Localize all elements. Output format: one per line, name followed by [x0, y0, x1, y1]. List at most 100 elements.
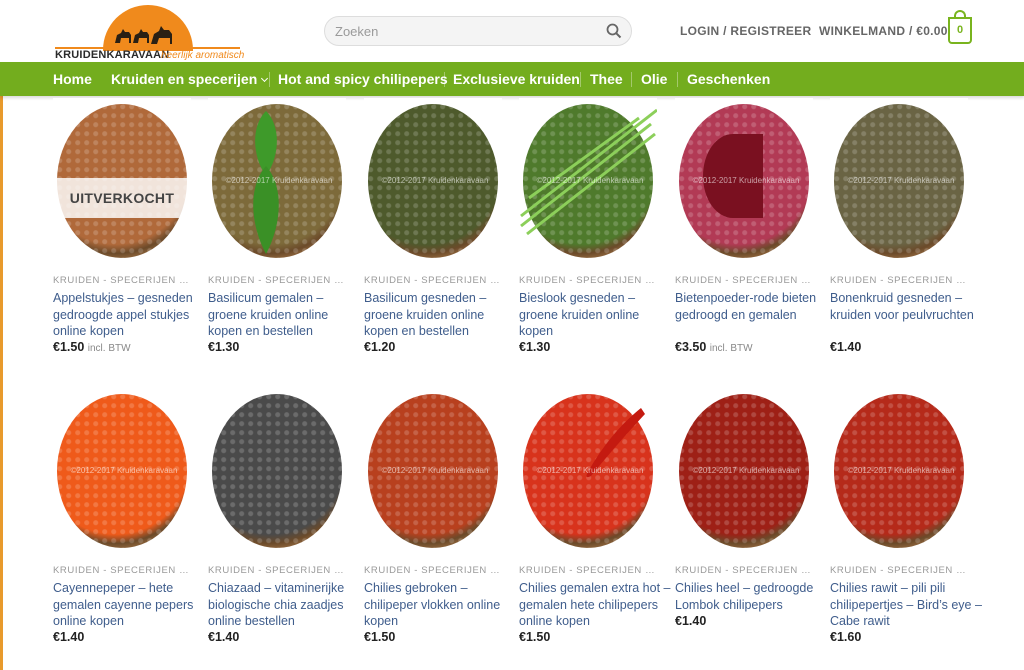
product-category[interactable]: KRUIDEN - SPECERIJEN ON...	[830, 275, 970, 286]
nav-divider	[580, 72, 581, 87]
site-header: KRUIDENKARAVAAN heerlijk aromatisch LOGI…	[0, 0, 1024, 62]
cart-count-badge[interactable]: 0	[948, 17, 972, 44]
product-image[interactable]: UITVERKOCHT	[53, 98, 191, 264]
product-title[interactable]: Basilicum gemalen – groene kruiden onlin…	[208, 290, 360, 340]
product-image[interactable]: ©2012-2017 Kruidenkaravaan	[519, 388, 657, 554]
search-box	[324, 16, 632, 46]
product-title[interactable]: Bonenkruid gesneden – kruiden voor peulv…	[830, 290, 982, 323]
image-watermark: ©2012-2017 Kruidenkaravaan	[381, 176, 489, 185]
nav-item-geschenken[interactable]: Geschenken	[687, 71, 770, 87]
product-price: €1.20	[364, 340, 395, 354]
product-image[interactable]: ©2012-2017 Kruidenkaravaan	[830, 388, 968, 554]
product-image[interactable]: ©2012-2017 Kruidenkaravaan	[364, 98, 502, 264]
product-category[interactable]: KRUIDEN - SPECERIJEN ON...	[519, 565, 659, 576]
product-category[interactable]: KRUIDEN - SPECERIJEN ON...	[208, 275, 348, 286]
product-price: €1.50	[519, 630, 550, 644]
product-image[interactable]: ©2012-2017 Kruidenkaravaan	[675, 98, 813, 264]
product-category[interactable]: KRUIDEN - SPECERIJEN ON...	[208, 565, 348, 576]
camel-icon	[115, 26, 172, 44]
sold-out-badge: UITVERKOCHT	[53, 178, 191, 218]
product-price: €1.60	[830, 630, 861, 644]
cart-link[interactable]: WINKELMAND / €0.00	[819, 24, 948, 38]
logo-tagline: heerlijk aromatisch	[161, 50, 245, 61]
price-amount: €1.30	[208, 340, 240, 354]
price-amount: €1.60	[830, 630, 862, 644]
product-price: €1.40	[53, 630, 84, 644]
product-image[interactable]	[208, 388, 346, 554]
image-watermark: ©2012-2017 Kruidenkaravaan	[536, 176, 644, 185]
nav-item-thee[interactable]: Thee	[590, 71, 623, 87]
nav-item-label: Kruiden en specerijen	[111, 71, 258, 87]
product-title[interactable]: Chilies gemalen extra hot – gemalen hete…	[519, 580, 671, 630]
product-title[interactable]: Chilies heel – gedroogde Lombok chilipep…	[675, 580, 827, 613]
product-image[interactable]: ©2012-2017 Kruidenkaravaan	[53, 388, 191, 554]
product-image[interactable]: ©2012-2017 Kruidenkaravaan	[364, 388, 502, 554]
product-price: €1.40	[675, 614, 706, 628]
product-price: €1.40	[830, 340, 861, 354]
price-amount: €1.20	[364, 340, 396, 354]
product-title[interactable]: Chilies rawit – pili pili chilipepertjes…	[830, 580, 982, 630]
price-amount: €1.40	[675, 614, 707, 628]
search-icon[interactable]	[606, 23, 622, 39]
logo-name: KRUIDENKARAVAAN	[55, 49, 170, 61]
image-watermark: ©2012-2017 Kruidenkaravaan	[847, 466, 955, 475]
product-image[interactable]: ©2012-2017 Kruidenkaravaan	[830, 98, 968, 264]
image-watermark: ©2012-2017 Kruidenkaravaan	[847, 176, 955, 185]
product-category[interactable]: KRUIDEN - SPECERIJEN ON...	[675, 275, 815, 286]
nav-item-exclusieve-kruiden[interactable]: Exclusieve kruiden	[453, 71, 580, 87]
product-category[interactable]: KRUIDEN - SPECERIJEN ON...	[519, 275, 659, 286]
product-category[interactable]: KRUIDEN - SPECERIJEN ON...	[364, 565, 504, 576]
product-category[interactable]: KRUIDEN - SPECERIJEN ON...	[53, 565, 193, 576]
price-amount: €1.40	[830, 340, 862, 354]
vat-note: incl. BTW	[87, 343, 131, 354]
product-title[interactable]: Bieslook gesneden – groene kruiden onlin…	[519, 290, 671, 340]
product-price: €1.50 incl. BTW	[53, 340, 131, 354]
chevron-down-icon	[261, 74, 269, 83]
image-watermark: ©2012-2017 Kruidenkaravaan	[381, 466, 489, 475]
nav-divider	[631, 72, 632, 87]
product-image[interactable]: ©2012-2017 Kruidenkaravaan	[519, 98, 657, 264]
nav-divider	[677, 72, 678, 87]
image-watermark: ©2012-2017 Kruidenkaravaan	[692, 176, 800, 185]
product-title[interactable]: Appelstukjes – gesneden gedroogde appel …	[53, 290, 205, 340]
image-watermark: ©2012-2017 Kruidenkaravaan	[225, 176, 333, 185]
product-category[interactable]: KRUIDEN - SPECERIJEN ON...	[830, 565, 970, 576]
nav-item-olie[interactable]: Olie	[641, 71, 667, 87]
spice-bowl	[212, 394, 342, 548]
main-nav: Home Kruiden en specerijen Hot and spicy…	[0, 62, 1024, 96]
price-amount: €1.50	[519, 630, 551, 644]
product-category[interactable]: KRUIDEN - SPECERIJEN ON...	[364, 275, 504, 286]
price-amount: €1.30	[519, 340, 551, 354]
product-title[interactable]: Chiazaad – vitaminerijke biologische chi…	[208, 580, 360, 630]
product-price: €1.40	[208, 630, 239, 644]
image-watermark: ©2012-2017 Kruidenkaravaan	[70, 466, 178, 475]
site-logo[interactable]: KRUIDENKARAVAAN heerlijk aromatisch	[55, 5, 244, 61]
price-amount: €1.50	[364, 630, 396, 644]
nav-divider	[269, 72, 270, 87]
price-amount: €3.50	[675, 340, 707, 354]
nav-divider	[444, 72, 445, 87]
product-price: €3.50 incl. BTW	[675, 340, 753, 354]
page-border	[0, 0, 3, 670]
nav-item-kruiden-en-specerijen[interactable]: Kruiden en specerijen	[111, 71, 269, 87]
search-input[interactable]	[335, 17, 595, 45]
product-price: €1.50	[364, 630, 395, 644]
image-watermark: ©2012-2017 Kruidenkaravaan	[536, 466, 644, 475]
product-title[interactable]: Bietenpoeder-rode bieten gedroogd en gem…	[675, 290, 827, 323]
price-amount: €1.40	[208, 630, 240, 644]
vat-note: incl. BTW	[709, 343, 753, 354]
nav-item-chilipepers[interactable]: Hot and spicy chilipepers	[278, 71, 448, 87]
product-category[interactable]: KRUIDEN - SPECERIJEN ON...	[53, 275, 193, 286]
product-title[interactable]: Chilies gebroken – chilipeper vlokken on…	[364, 580, 516, 630]
price-amount: €1.40	[53, 630, 85, 644]
product-title[interactable]: Cayennepeper – hete gemalen cayenne pepe…	[53, 580, 205, 630]
product-image[interactable]: ©2012-2017 Kruidenkaravaan	[208, 98, 346, 264]
product-image[interactable]: ©2012-2017 Kruidenkaravaan	[675, 388, 813, 554]
login-register-link[interactable]: LOGIN / REGISTREER	[680, 24, 811, 38]
price-amount: €1.50	[53, 340, 85, 354]
nav-item-home[interactable]: Home	[53, 71, 92, 87]
product-category[interactable]: KRUIDEN - SPECERIJEN ON...	[675, 565, 815, 576]
product-title[interactable]: Basilicum gesneden – groene kruiden onli…	[364, 290, 516, 340]
product-price: €1.30	[208, 340, 239, 354]
image-watermark: ©2012-2017 Kruidenkaravaan	[692, 466, 800, 475]
